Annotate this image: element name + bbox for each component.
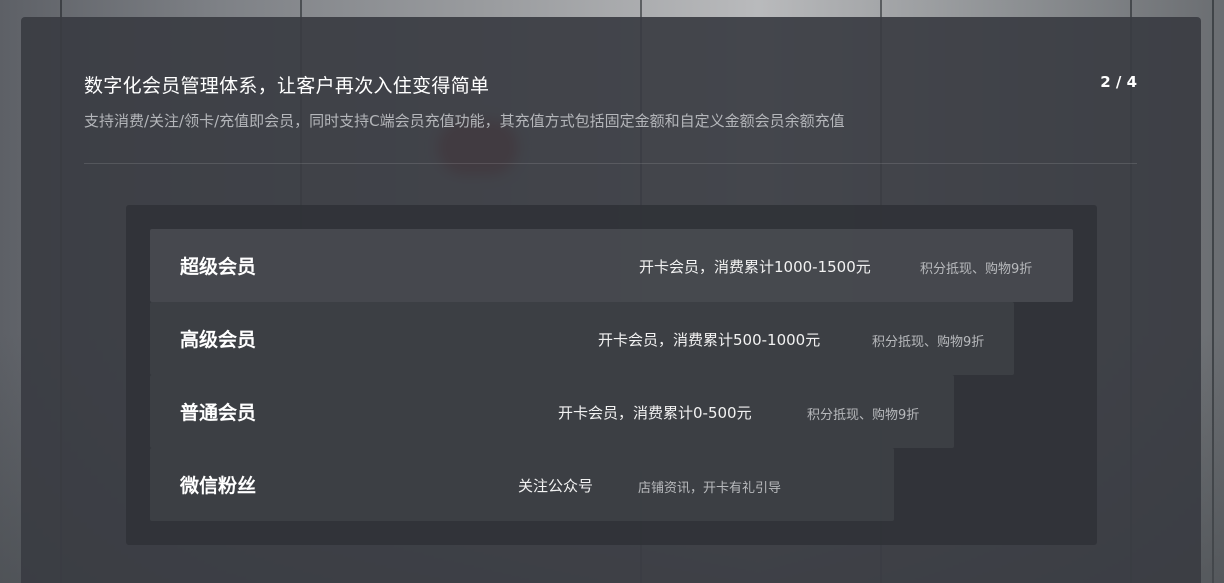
tier-name: 高级会员 [180, 329, 257, 351]
page-background: 数字化会员管理体系，让客户再次入住变得简单 2 / 4 支持消费/关注/领卡/充… [0, 0, 1224, 583]
tier-row-senior: 高级会员 开卡会员，消费累计500-1000元 积分抵现、购物9折 [150, 302, 1014, 375]
divider [84, 163, 1137, 164]
page-subtitle: 支持消费/关注/领卡/充值即会员，同时支持C端会员充值功能，其充值方式包括固定金… [84, 112, 845, 130]
tier-condition: 开卡会员，消费累计0-500元 [558, 404, 752, 422]
tier-benefit: 积分抵现、购物9折 [920, 262, 1033, 277]
tier-row-super: 超级会员 开卡会员，消费累计1000-1500元 积分抵现、购物9折 [150, 229, 1073, 302]
tier-condition: 开卡会员，消费累计500-1000元 [598, 331, 821, 349]
page-title: 数字化会员管理体系，让客户再次入住变得简单 [84, 75, 490, 97]
slide-page-indicator: 2 / 4 [1100, 73, 1137, 91]
tier-name: 微信粉丝 [180, 475, 257, 497]
tier-benefit: 积分抵现、购物9折 [872, 335, 985, 350]
tier-row-regular: 普通会员 开卡会员，消费累计0-500元 积分抵现、购物9折 [150, 375, 954, 448]
tier-condition: 关注公众号 [518, 477, 594, 495]
tier-condition: 开卡会员，消费累计1000-1500元 [639, 258, 871, 276]
tier-benefit: 店铺资讯，开卡有礼引导 [638, 481, 782, 496]
tier-benefit: 积分抵现、购物9折 [807, 408, 920, 423]
membership-panel: 数字化会员管理体系，让客户再次入住变得简单 2 / 4 支持消费/关注/领卡/充… [21, 17, 1201, 583]
tier-row-wechat-fan: 微信粉丝 关注公众号 店铺资讯，开卡有礼引导 [150, 448, 894, 521]
tier-name: 普通会员 [180, 402, 257, 424]
tier-name: 超级会员 [180, 256, 257, 278]
membership-tier-table: 超级会员 开卡会员，消费累计1000-1500元 积分抵现、购物9折 高级会员 … [126, 205, 1097, 545]
